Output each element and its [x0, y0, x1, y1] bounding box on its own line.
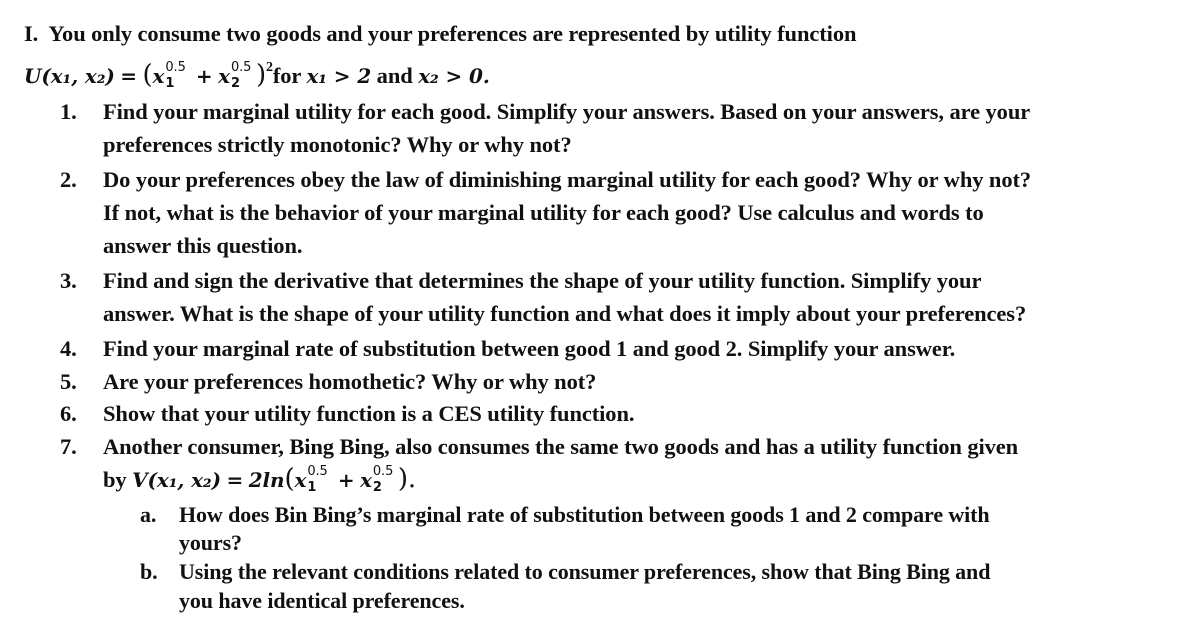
bing-equals: = — [226, 468, 244, 492]
bing-utility-function: by V(x₁, x₂) = 2ln(x 0.5 1 + x 0.5 2). — [103, 464, 416, 495]
bing-term1-scripts: 0.5 1 — [306, 464, 332, 495]
outer-exponent: 2 — [265, 60, 273, 75]
term1-base: x — [152, 64, 165, 88]
condition-and: and — [376, 63, 413, 88]
utility-equals: = — [120, 64, 137, 88]
question-number: 3. — [60, 268, 77, 293]
problem-intro-text: You only consume two goods and your pref… — [48, 21, 857, 46]
question-text: Do your preferences obey the law of dimi… — [103, 167, 1032, 192]
bing-term1-base: x — [294, 468, 307, 492]
problem-number: I. — [24, 21, 39, 46]
bing-term1-sub: 1 — [307, 480, 317, 495]
question-text: Find your marginal utility for each good… — [103, 99, 1031, 124]
open-paren: ( — [142, 60, 153, 90]
term2-sub: 2 — [230, 76, 240, 91]
term1-scripts: 0.5 1 — [164, 60, 190, 91]
close-paren: ) — [255, 60, 266, 90]
question-2-line-3: answer this question. — [103, 233, 303, 258]
bing-coef: 2ln — [248, 468, 285, 492]
subquestion-letter: b. — [140, 559, 158, 584]
question-number: 7. — [60, 434, 77, 459]
term2-base: x — [218, 64, 230, 88]
question-2-line-2: If not, what is the behavior of your mar… — [103, 200, 984, 225]
question-text: Find your marginal rate of substitution … — [103, 336, 956, 361]
utility-lhs: U(x₁, x₂) — [24, 64, 115, 88]
subquestion-letter: a. — [140, 502, 157, 527]
plus-sign: + — [195, 64, 213, 88]
question-text: Are your preferences homothetic? Why or … — [103, 369, 597, 394]
question-text: Find and sign the derivative that determ… — [103, 268, 982, 293]
problem-intro: I. You only consume two goods and your p… — [24, 19, 856, 49]
subquestion-text: Using the relevant conditions related to… — [179, 559, 991, 584]
question-text: Another consumer, Bing Bing, also consum… — [103, 434, 1019, 459]
term2-scripts: 0.5 2 — [230, 60, 256, 91]
question-number: 5. — [60, 369, 77, 394]
question-number: 1. — [60, 99, 77, 124]
question-number: 2. — [60, 167, 77, 192]
bing-plus: + — [337, 468, 355, 492]
subquestion-text: How does Bin Bing’s marginal rate of sub… — [179, 502, 990, 527]
term1-sub: 1 — [165, 76, 175, 91]
question-number: 4. — [60, 336, 77, 361]
question-3-line-2: answer. What is the shape of your utilit… — [103, 301, 1027, 326]
question-1-line-2: preferences strictly monotonic? Why or w… — [103, 132, 572, 157]
question-number: 6. — [60, 401, 77, 426]
bing-term2-base: x — [360, 468, 372, 492]
formula-prefix: by — [103, 467, 127, 492]
bing-utility-lhs: V(x₁, x₂) — [132, 468, 221, 492]
condition-x1: x₁ > 2 — [306, 64, 372, 88]
utility-function: U(x₁, x₂) = (x 0.5 1 + x 0.5 2)2for x₁ > 2 a… — [24, 60, 490, 95]
condition-x2: x₂ > 0. — [418, 64, 490, 88]
bing-close-paren: ). — [397, 464, 417, 494]
subquestion-b-line-2: you have identical preferences. — [179, 588, 465, 613]
bing-open-paren: ( — [284, 464, 295, 494]
condition-for: for — [272, 63, 301, 88]
question-text: Show that your utility function is a CES… — [103, 401, 635, 426]
bing-term2-sub: 2 — [372, 480, 382, 495]
bing-term2-scripts: 0.5 2 — [372, 464, 398, 495]
subquestion-a-line-2: yours? — [179, 530, 242, 555]
